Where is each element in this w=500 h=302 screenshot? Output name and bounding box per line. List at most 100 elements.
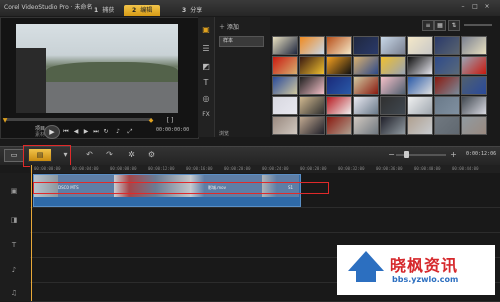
media-icon[interactable]: ▣ bbox=[201, 25, 211, 35]
next-frame-icon[interactable]: ▶ bbox=[82, 127, 90, 137]
library-thumbnail[interactable] bbox=[407, 76, 433, 95]
library-thumbnail[interactable] bbox=[434, 96, 460, 115]
library-thumbnail[interactable] bbox=[326, 56, 352, 75]
close-icon[interactable]: × bbox=[482, 3, 492, 11]
watermark-url: bbs.yzwlo.com bbox=[392, 275, 459, 284]
library-thumbnail[interactable] bbox=[272, 36, 298, 55]
library-thumbnail[interactable] bbox=[299, 36, 325, 55]
library-thumbnail[interactable] bbox=[461, 36, 487, 55]
mark-in-out-icon[interactable]: [ ] bbox=[160, 116, 180, 126]
tab-capture[interactable]: 1 捕获 bbox=[86, 5, 122, 16]
tab-capture-num: 1 bbox=[94, 7, 99, 14]
library-thumbnail[interactable] bbox=[461, 56, 487, 75]
fullscreen-icon[interactable]: ⤢ bbox=[126, 127, 134, 137]
trim-handle-icon[interactable]: ◆ bbox=[148, 116, 154, 126]
library-thumbnail[interactable] bbox=[353, 116, 379, 135]
library-thumbnail[interactable] bbox=[299, 96, 325, 115]
sort-icon[interactable]: ⇅ bbox=[448, 20, 460, 31]
library-thumbnail[interactable] bbox=[380, 96, 406, 115]
library-thumbnail[interactable] bbox=[461, 116, 487, 135]
play-button[interactable]: ▶ bbox=[44, 125, 60, 139]
library-thumbnail[interactable] bbox=[299, 116, 325, 135]
filter-icon[interactable]: FX bbox=[201, 110, 211, 120]
library-thumbnail[interactable] bbox=[407, 56, 433, 75]
list-view-icon[interactable]: ≡ bbox=[422, 20, 434, 31]
library-thumbnail[interactable] bbox=[353, 56, 379, 75]
library-thumbnail[interactable] bbox=[380, 116, 406, 135]
library-thumbnail[interactable] bbox=[407, 96, 433, 115]
maximize-icon[interactable]: □ bbox=[470, 3, 480, 11]
player-timecode[interactable]: 00:00:00:00 bbox=[156, 127, 189, 133]
end-icon[interactable]: ⏭ bbox=[92, 127, 100, 137]
library-thumbnail[interactable] bbox=[299, 56, 325, 75]
zoom-handle[interactable] bbox=[404, 151, 409, 158]
scrub-handle-icon[interactable]: ▼ bbox=[2, 116, 8, 126]
title-track-icon[interactable]: T bbox=[8, 240, 20, 250]
scrub-bar[interactable] bbox=[6, 118, 152, 121]
ruler-label: 00:00:44:00 bbox=[452, 166, 479, 171]
library-thumbnail[interactable] bbox=[353, 96, 379, 115]
library-thumbnail[interactable] bbox=[407, 116, 433, 135]
voice-track-icon[interactable]: ♪ bbox=[8, 265, 20, 275]
grid-view-icon[interactable]: ▦ bbox=[434, 20, 446, 31]
library-thumbnail[interactable] bbox=[272, 116, 298, 135]
redo-icon[interactable]: ↷ bbox=[104, 149, 115, 160]
ruler-label: 00:00:08:00 bbox=[110, 166, 137, 171]
library-thumbnail[interactable] bbox=[326, 76, 352, 95]
timeline-playhead[interactable] bbox=[31, 165, 32, 301]
library-thumbnail[interactable] bbox=[380, 56, 406, 75]
library-thumbnail[interactable] bbox=[272, 56, 298, 75]
library-thumbnail[interactable] bbox=[272, 96, 298, 115]
minimize-icon[interactable]: – bbox=[458, 3, 468, 11]
tab-share-label: 分享 bbox=[190, 7, 203, 14]
overlay-track[interactable] bbox=[30, 208, 500, 233]
library-thumbnail[interactable] bbox=[353, 76, 379, 95]
house-body-icon bbox=[356, 268, 376, 282]
overlay-track-icon[interactable]: ◨ bbox=[8, 215, 20, 225]
tab-share[interactable]: 3 分享 bbox=[174, 5, 210, 16]
library-thumbnail[interactable] bbox=[380, 76, 406, 95]
instant-project-icon[interactable]: ☰ bbox=[201, 44, 211, 54]
library-thumbnail[interactable] bbox=[272, 76, 298, 95]
library-thumbnail[interactable] bbox=[434, 56, 460, 75]
library-thumbnail[interactable] bbox=[434, 36, 460, 55]
video-track-icon[interactable]: ▣ bbox=[8, 186, 20, 196]
library-thumbnail[interactable] bbox=[326, 116, 352, 135]
browse-button[interactable]: 浏览 bbox=[219, 130, 229, 137]
tab-edit[interactable]: 2 编辑 bbox=[124, 5, 161, 16]
library-thumbnail[interactable] bbox=[326, 96, 352, 115]
repeat-icon[interactable]: ↻ bbox=[102, 127, 110, 137]
library-thumbnail[interactable] bbox=[380, 36, 406, 55]
home-icon[interactable]: ⏮ bbox=[62, 127, 70, 137]
library-thumbnail[interactable] bbox=[326, 36, 352, 55]
music-track-icon[interactable]: ♫ bbox=[8, 288, 20, 298]
ruler-label: 00:00:20:00 bbox=[224, 166, 251, 171]
library-thumbnail[interactable] bbox=[407, 36, 433, 55]
project-duration: 0:00:12:06 bbox=[466, 151, 497, 157]
transition-icon[interactable]: ◩ bbox=[201, 62, 211, 72]
volume-icon[interactable]: ♪ bbox=[114, 127, 122, 137]
thumb-size-slider[interactable] bbox=[464, 24, 492, 26]
library-header: ≡ ▦ ⇅ bbox=[272, 20, 494, 32]
zoom-in-icon[interactable]: + bbox=[448, 149, 459, 160]
folder-item-sample[interactable]: 样本 bbox=[219, 36, 264, 47]
storyboard-view-button[interactable]: ▭ bbox=[4, 149, 24, 162]
add-folder-button[interactable]: ＋ 添加 bbox=[219, 22, 239, 31]
library-thumbnail[interactable] bbox=[461, 76, 487, 95]
library-thumbnail[interactable] bbox=[299, 76, 325, 95]
video-trees bbox=[46, 62, 178, 84]
title-icon[interactable]: T bbox=[201, 78, 211, 88]
mix-icon[interactable]: ✲ bbox=[126, 149, 137, 160]
graphic-icon[interactable]: ◎ bbox=[201, 94, 211, 104]
library-thumbnail[interactable] bbox=[353, 36, 379, 55]
tab-capture-label: 捕获 bbox=[102, 7, 115, 14]
tab-share-num: 3 bbox=[182, 7, 187, 14]
record-icon[interactable]: ⚙ bbox=[146, 149, 157, 160]
prev-frame-icon[interactable]: ◀ bbox=[72, 127, 80, 137]
library-thumbnail[interactable] bbox=[461, 96, 487, 115]
dropdown-icon[interactable]: ▾ bbox=[60, 149, 71, 160]
library-thumbnail[interactable] bbox=[434, 116, 460, 135]
ruler-label: 00:00:36:00 bbox=[376, 166, 403, 171]
undo-icon[interactable]: ↶ bbox=[84, 149, 95, 160]
library-thumbnail[interactable] bbox=[434, 76, 460, 95]
